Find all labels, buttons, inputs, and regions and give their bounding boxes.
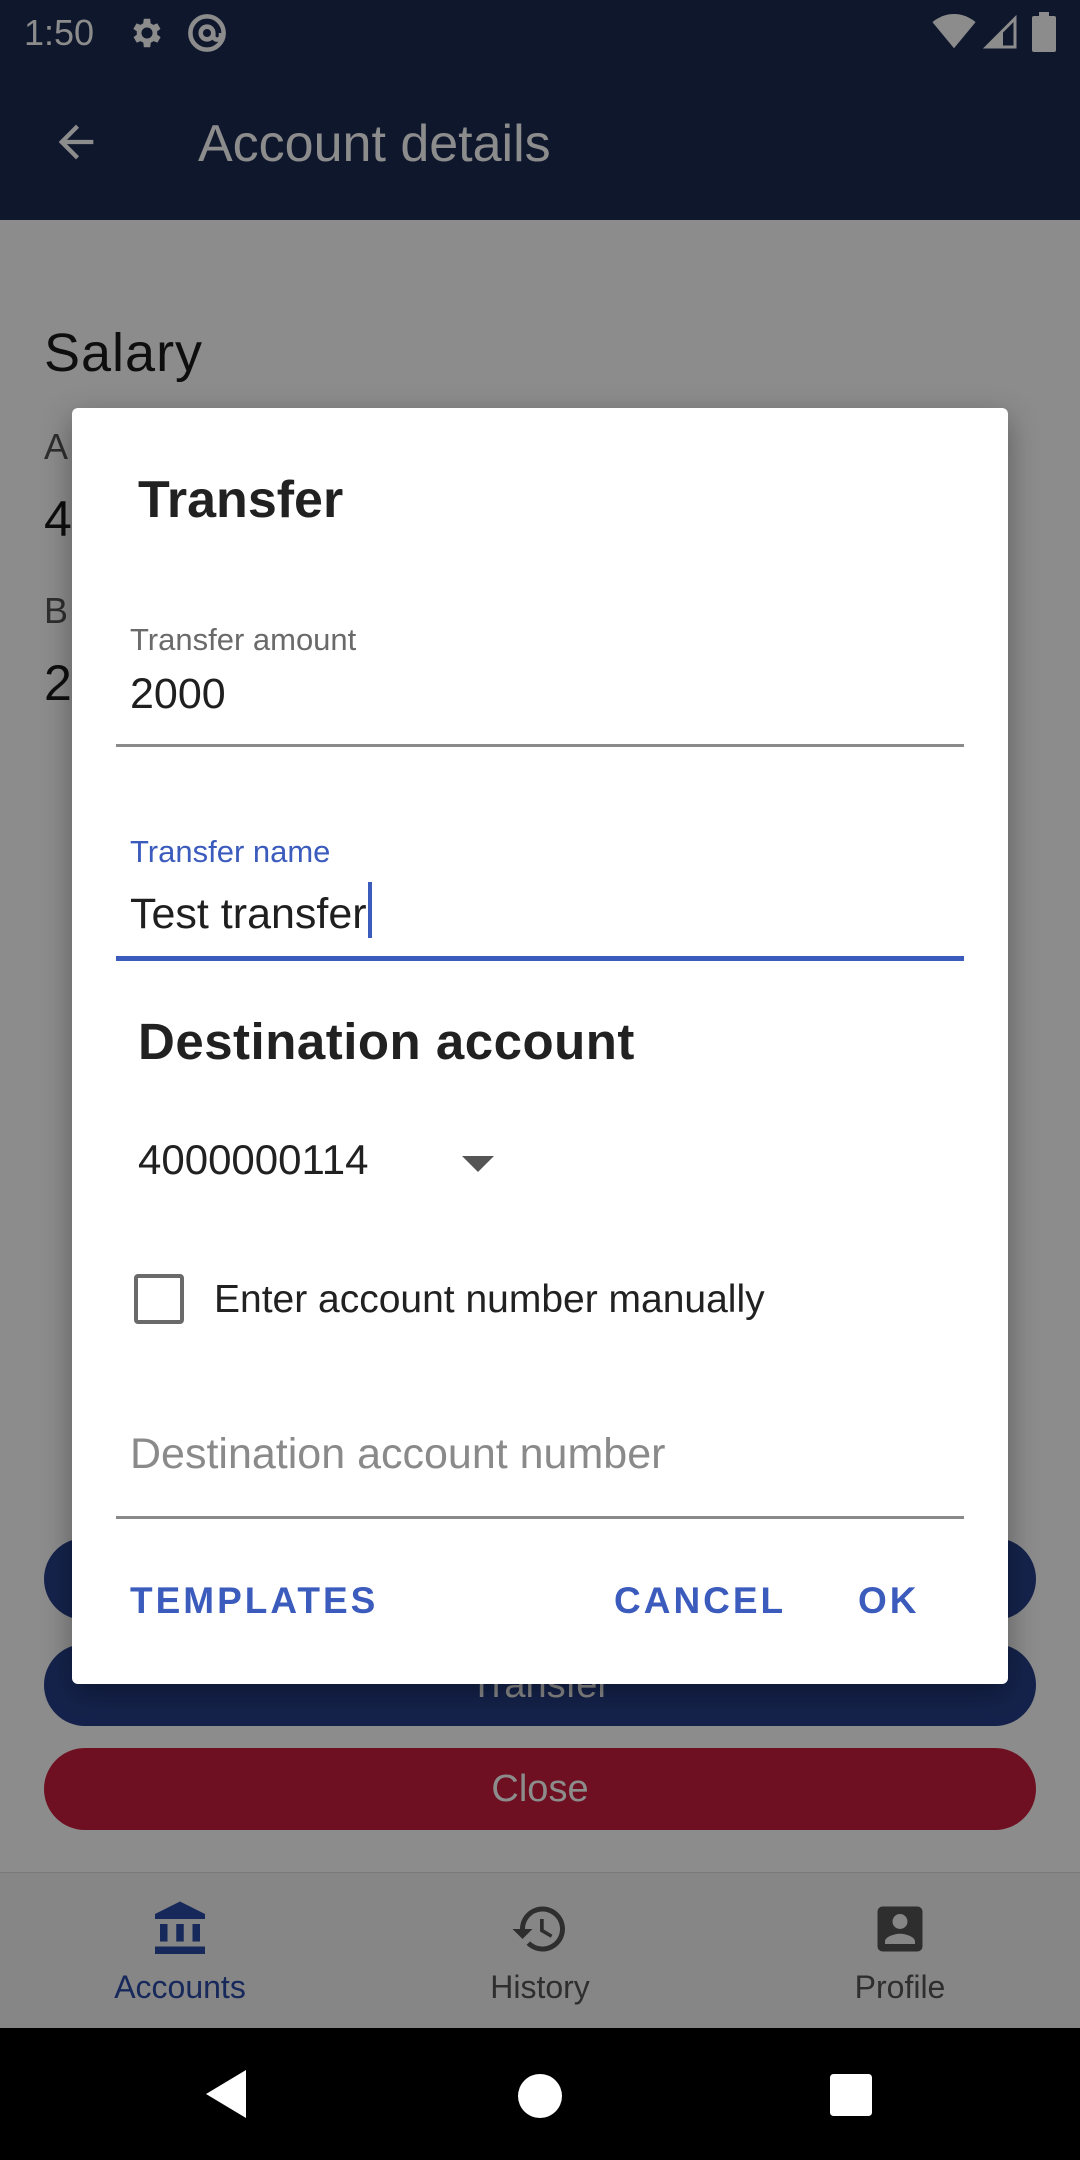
transfer-name-field[interactable]: Transfer name Test transfer [116, 816, 964, 966]
destination-account-dropdown[interactable]: 4000000114 [138, 1128, 538, 1198]
transfer-dialog: Transfer Transfer amount 2000 Transfer n… [72, 408, 1008, 1684]
manual-entry-checkbox-label: Enter account number manually [214, 1278, 765, 1321]
cancel-button[interactable]: CANCEL [614, 1580, 786, 1622]
transfer-amount-field[interactable]: Transfer amount 2000 [116, 604, 964, 754]
field-underline [116, 1516, 964, 1519]
dialog-title: Transfer [138, 471, 344, 529]
ok-button[interactable]: OK [858, 1580, 920, 1622]
manual-entry-checkbox-row[interactable]: Enter account number manually [134, 1270, 934, 1340]
transfer-name-input[interactable]: Test transfer [130, 882, 372, 939]
transfer-name-label: Transfer name [130, 834, 331, 869]
system-navigation-bar [0, 2028, 1080, 2160]
system-recents-icon[interactable] [830, 2074, 872, 2116]
system-back-icon[interactable] [202, 2068, 250, 2120]
templates-button[interactable]: TEMPLATES [130, 1580, 378, 1622]
dropdown-arrow-icon [462, 1156, 494, 1172]
manual-entry-checkbox[interactable] [134, 1274, 184, 1324]
field-underline-focused [116, 956, 964, 961]
transfer-amount-label: Transfer amount [130, 622, 357, 657]
destination-account-number-field[interactable]: Destination account number [116, 1396, 964, 1546]
field-underline [116, 744, 964, 747]
destination-account-heading: Destination account [138, 1013, 635, 1070]
system-home-icon[interactable] [518, 2074, 562, 2118]
destination-account-selected: 4000000114 [138, 1136, 369, 1183]
destination-account-number-placeholder[interactable]: Destination account number [130, 1430, 665, 1479]
transfer-amount-input[interactable]: 2000 [130, 670, 226, 719]
text-cursor [367, 882, 372, 938]
transfer-name-text: Test transfer [130, 890, 367, 938]
